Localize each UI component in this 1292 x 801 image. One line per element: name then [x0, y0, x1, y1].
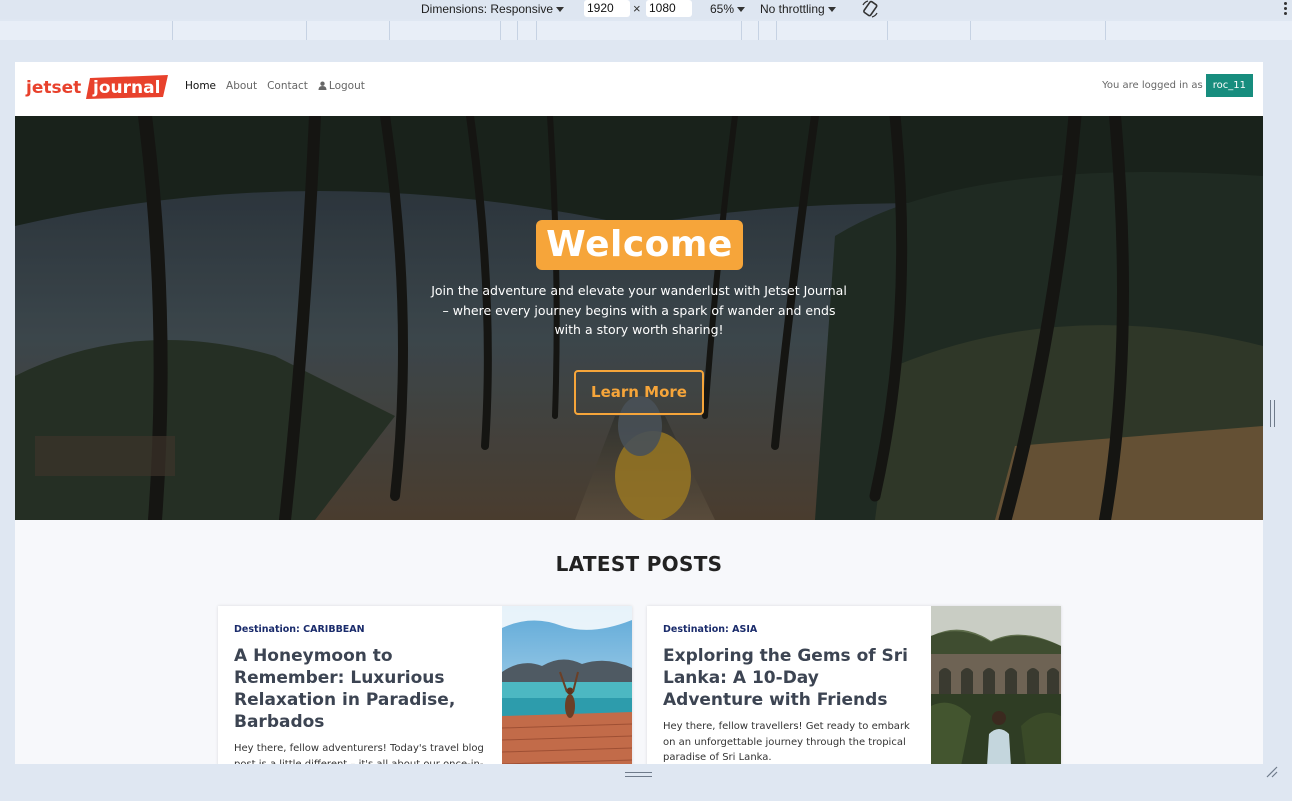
logo-text-jetset: jetset: [25, 78, 81, 98]
post-destination[interactable]: Destination: ASIA: [663, 624, 918, 635]
emulated-viewport: jetset journal Home About Contact Logout…: [15, 62, 1263, 764]
learn-more-button[interactable]: Learn More: [574, 370, 704, 415]
chevron-down-icon: [737, 7, 746, 12]
post-destination[interactable]: Destination: CARIBBEAN: [234, 624, 489, 635]
media-query-marker[interactable]: [887, 21, 888, 40]
media-query-marker[interactable]: [306, 21, 307, 40]
resize-handle-right[interactable]: [1270, 400, 1275, 427]
throttling-label: No throttling: [760, 2, 825, 16]
media-query-marker[interactable]: [970, 21, 971, 40]
dimensions-label: Dimensions: Responsive: [421, 2, 554, 16]
nav-about[interactable]: About: [226, 80, 257, 92]
dimension-separator: ×: [633, 1, 641, 16]
resize-handle-corner[interactable]: [1266, 766, 1278, 778]
post-card-text: Destination: CARIBBEAN A Honeymoon to Re…: [234, 624, 489, 764]
hero-banner: Welcome Join the adventure and elevate y…: [15, 116, 1263, 520]
zoom-label: 65%: [710, 2, 735, 16]
login-prefix: You are logged in as: [1102, 80, 1203, 91]
dimensions-dropdown[interactable]: Dimensions: Responsive: [421, 1, 565, 17]
post-excerpt: Hey there, fellow travellers! Get ready …: [663, 721, 910, 763]
width-input[interactable]: 1920: [584, 0, 630, 17]
devtools-toolbar: Dimensions: Responsive 1920 × 1080 65% N…: [0, 0, 1292, 19]
post-card-text: Destination: ASIA Exploring the Gems of …: [663, 624, 918, 764]
height-input[interactable]: 1080: [646, 0, 692, 17]
throttling-dropdown[interactable]: No throttling: [760, 1, 836, 17]
post-card[interactable]: Destination: ASIA Exploring the Gems of …: [647, 606, 1061, 764]
site-header: jetset journal Home About Contact Logout…: [15, 62, 1263, 116]
chevron-down-icon: [827, 7, 836, 12]
rotate-icon[interactable]: [860, 0, 880, 18]
media-query-marker[interactable]: [741, 21, 742, 40]
login-status: You are logged in as roc_11: [1102, 74, 1253, 97]
media-query-marker[interactable]: [758, 21, 759, 40]
logo-text-journal: journal: [92, 78, 160, 98]
nav-contact[interactable]: Contact: [267, 80, 308, 92]
more-options-icon[interactable]: [1282, 0, 1288, 18]
post-image-beach[interactable]: [502, 606, 632, 764]
media-query-marker[interactable]: [536, 21, 537, 40]
site-logo[interactable]: jetset journal: [24, 73, 169, 101]
main-nav: Home About Contact Logout: [185, 80, 365, 92]
latest-posts-heading: LATEST POSTS: [555, 552, 723, 576]
post-excerpt: Hey there, fellow adventurers! Today's t…: [234, 743, 484, 764]
post-title[interactable]: A Honeymoon to Remember: Luxurious Relax…: [234, 645, 489, 733]
media-query-marker[interactable]: [776, 21, 777, 40]
nav-home[interactable]: Home: [185, 80, 216, 92]
post-card[interactable]: Destination: CARIBBEAN A Honeymoon to Re…: [218, 606, 632, 764]
media-query-marker[interactable]: [517, 21, 518, 40]
post-title[interactable]: Exploring the Gems of Sri Lanka: A 10-Da…: [663, 645, 918, 711]
user-icon: [318, 81, 327, 90]
media-query-marker[interactable]: [1105, 21, 1106, 40]
hero-title: Welcome: [536, 220, 743, 270]
nav-logout[interactable]: Logout: [318, 80, 365, 92]
zoom-dropdown[interactable]: 65%: [710, 1, 746, 17]
media-query-marker[interactable]: [172, 21, 173, 40]
media-query-marker[interactable]: [500, 21, 501, 40]
username-badge[interactable]: roc_11: [1205, 74, 1253, 97]
post-image-bridge[interactable]: [931, 606, 1061, 764]
chevron-down-icon: [556, 7, 565, 12]
media-query-marker[interactable]: [389, 21, 390, 40]
resize-handle-bottom[interactable]: [625, 772, 652, 777]
nav-logout-label: Logout: [328, 80, 365, 92]
media-query-bar[interactable]: [0, 21, 1292, 40]
hero-tagline: Join the adventure and elevate your wand…: [431, 283, 847, 337]
hero-content: Welcome Join the adventure and elevate y…: [15, 116, 1263, 520]
